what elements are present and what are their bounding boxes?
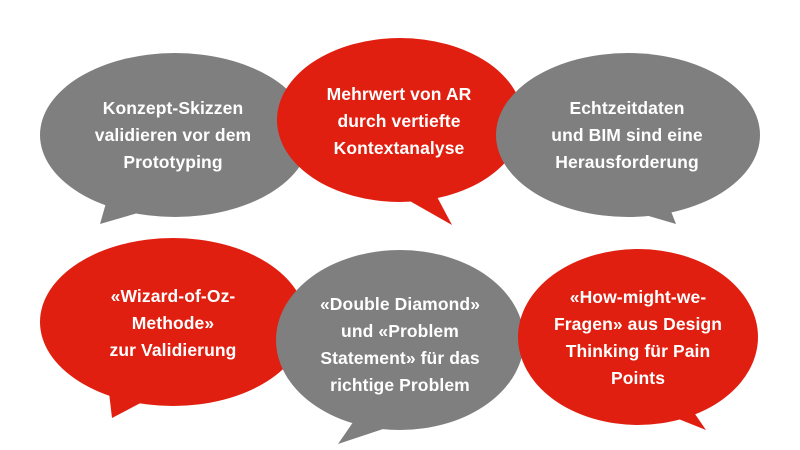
bubble-1-line-3: Prototyping [123, 151, 223, 172]
bubble-5-line-2: und «Problem [341, 321, 459, 341]
bubble-3-text: Echtzeitdaten und BIM sind eine Herausfo… [512, 92, 742, 178]
bubble-6-line-2: Fragen» aus Design [553, 314, 723, 334]
bubble-5-text: «Double Diamond» und «Problem Statement»… [283, 290, 517, 400]
bubble-2-line-3: Kontextanalyse [333, 137, 465, 158]
bubble-6-text: «How-might-we- Fragen» aus Design Thinki… [525, 282, 751, 394]
bubble-2-text: Mehrwert von AR durch vertiefte Kontexta… [283, 78, 515, 164]
bubble-1-line-1: Konzept-Skizzen [102, 97, 244, 118]
bubble-4-line-1: «Wizard-of-Oz- [110, 285, 236, 306]
bubble-4-text: «Wizard-of-Oz- Methode» zur Validierung [60, 280, 286, 366]
bubble-6-line-3: Thinking für Pain [565, 341, 711, 361]
bubble-1-text: Konzept-Skizzen validieren vor dem Proto… [58, 92, 288, 178]
bubble-1-line-2: validieren vor dem [94, 124, 252, 145]
bubble-5-line-3: Statement» für das [320, 348, 480, 368]
bubble-6-line-4: Points [610, 368, 666, 388]
bubble-4-line-3: zur Validierung [109, 339, 237, 360]
bubble-3-line-3: Herausforderung [555, 151, 699, 172]
bubble-5-line-1: «Double Diamond» [319, 294, 481, 314]
bubble-5-line-4: richtige Problem [330, 375, 470, 395]
bubble-4-line-2: Methode» [131, 312, 215, 333]
bubble-3-line-1: Echtzeitdaten [569, 97, 685, 118]
bubble-6-line-1: «How-might-we- [569, 287, 707, 307]
bubble-2-line-1: Mehrwert von AR [326, 83, 472, 104]
bubble-2-line-2: durch vertiefte [337, 110, 461, 131]
bubble-3-line-2: und BIM sind eine [551, 124, 703, 145]
